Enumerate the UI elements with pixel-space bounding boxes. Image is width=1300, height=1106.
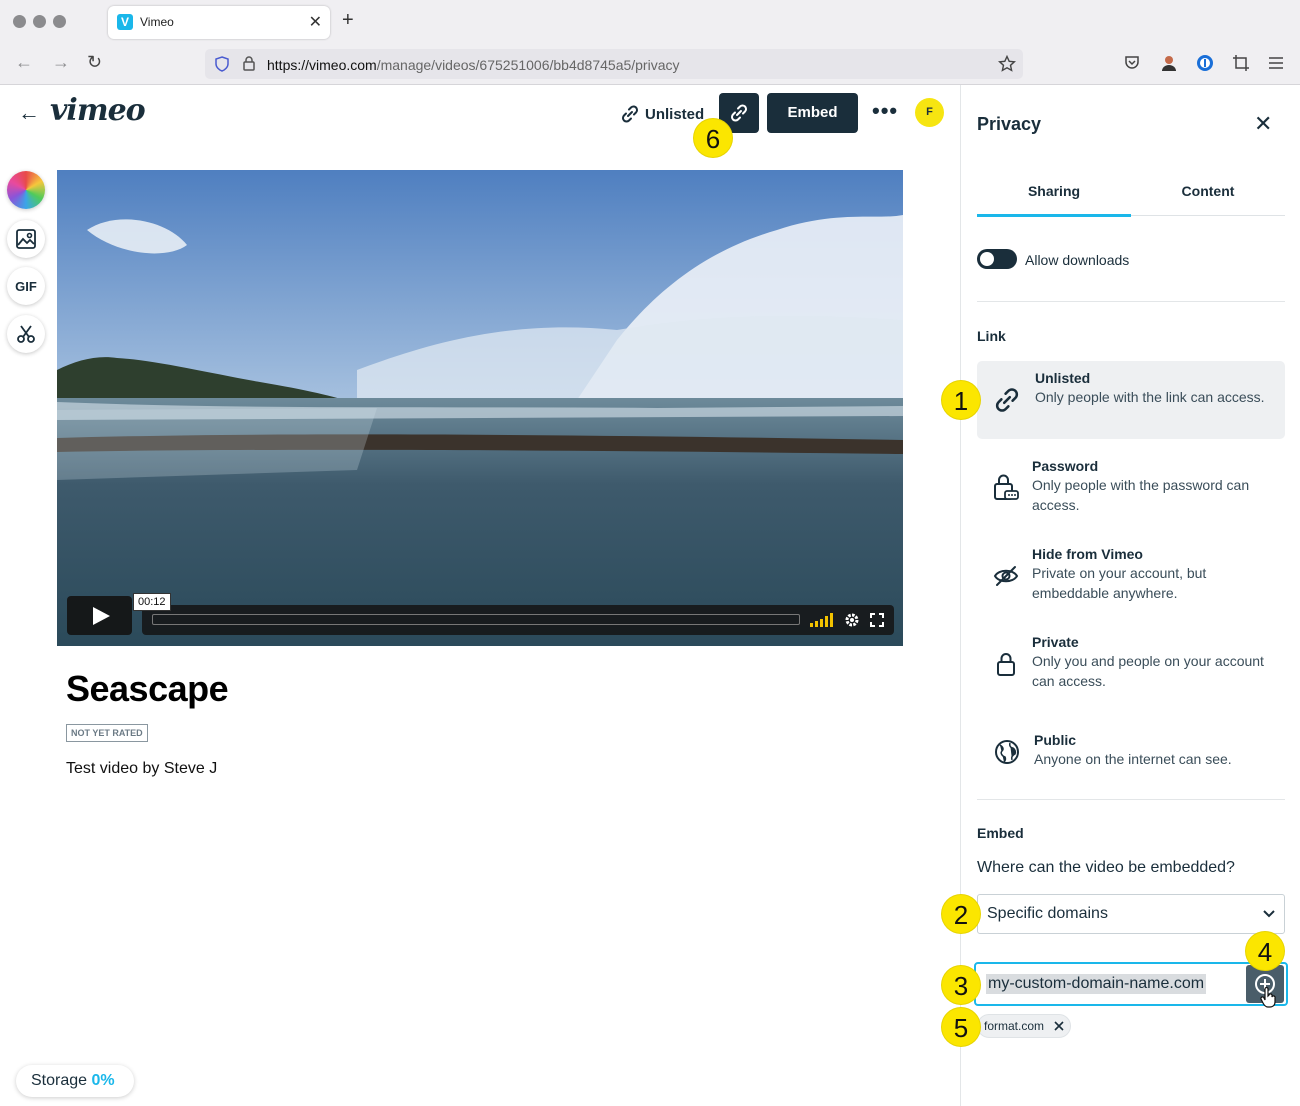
more-options-icon[interactable]: ••• <box>872 98 898 124</box>
tab-close-icon[interactable]: ✕ <box>309 12 322 32</box>
link-icon <box>730 104 748 122</box>
allow-downloads-label: Allow downloads <box>1025 252 1130 268</box>
storage-indicator[interactable]: Storage 0% <box>16 1065 134 1097</box>
option-title-unlisted: Unlisted <box>1035 370 1091 386</box>
image-icon <box>16 229 36 249</box>
new-tab-icon[interactable]: + <box>342 9 354 32</box>
play-button[interactable] <box>67 596 132 635</box>
option-title-hide-from-vimeo: Hide from Vimeo <box>1032 546 1143 562</box>
tab-sharing[interactable]: Sharing <box>977 183 1131 199</box>
marker-3: 3 <box>941 965 981 1005</box>
globe-icon <box>995 740 1019 764</box>
tab-content[interactable]: Content <box>1131 183 1285 199</box>
hand-cursor-icon <box>1260 987 1276 1008</box>
option-desc-unlisted: Only people with the link can access. <box>1035 389 1265 405</box>
embed-domain-select[interactable]: Specific domains <box>977 894 1285 934</box>
back-arrow-icon[interactable]: ← <box>18 100 40 126</box>
video-player[interactable] <box>57 170 903 646</box>
chevron-down-icon <box>1263 910 1275 918</box>
reload-icon[interactable]: ↻ <box>87 52 102 73</box>
divider <box>977 799 1285 800</box>
gif-tool[interactable]: GIF <box>7 267 45 305</box>
storage-label: Storage <box>31 1072 88 1089</box>
color-palette-icon[interactable] <box>7 171 45 209</box>
star-icon[interactable] <box>998 55 1016 73</box>
marker-2: 2 <box>941 894 981 934</box>
eye-off-icon <box>993 566 1019 586</box>
domain-chip-label: format.com <box>984 1019 1045 1033</box>
privacy-status[interactable]: Unlisted <box>620 104 704 124</box>
settings-gear-icon[interactable] <box>844 612 860 628</box>
profile-icon[interactable] <box>1160 54 1178 72</box>
gif-label: GIF <box>15 278 37 294</box>
video-description[interactable]: Test video by Steve J <box>66 760 217 778</box>
option-title-password: Password <box>1032 458 1099 474</box>
screenshot-icon[interactable] <box>1232 54 1250 72</box>
current-time: 00:12 <box>133 593 171 611</box>
close-icon[interactable]: ✕ <box>1254 111 1272 137</box>
domain-input-text: my-custom-domain-name.com <box>986 974 1207 994</box>
toggle-knob <box>980 252 994 266</box>
url-text: https://vimeo.com/manage/videos/67525100… <box>267 57 680 73</box>
avatar[interactable]: F <box>915 98 944 127</box>
domain-input[interactable]: my-custom-domain-name.com <box>974 962 1288 1006</box>
embed-section-label: Embed <box>977 825 1024 841</box>
marker-6: 6 <box>693 118 733 158</box>
password-manager-icon[interactable] <box>1196 54 1214 72</box>
vimeo-logo[interactable]: vimeo <box>50 93 146 128</box>
marker-1: 1 <box>941 380 981 420</box>
domain-chip: format.com <box>977 1014 1072 1038</box>
progress-bar[interactable] <box>152 614 800 625</box>
option-title-public: Public <box>1034 732 1077 748</box>
zoom-window-dot[interactable] <box>53 15 66 28</box>
address-bar[interactable]: https://vimeo.com/manage/videos/67525100… <box>205 49 1023 79</box>
divider <box>977 301 1285 302</box>
option-desc-public: Anyone on the internet can see. <box>1034 751 1232 767</box>
scissors-icon <box>17 325 35 343</box>
link-icon <box>621 105 639 123</box>
close-window-dot[interactable] <box>13 15 26 28</box>
marker-4: 4 <box>1245 931 1285 971</box>
trim-tool[interactable] <box>7 315 45 353</box>
menu-icon[interactable] <box>1267 54 1285 72</box>
back-icon[interactable]: ← <box>15 52 33 73</box>
option-desc-private: Only you and people on your account can … <box>1032 653 1264 689</box>
option-title-private: Private <box>1032 634 1079 650</box>
browser-tab[interactable]: V Vimeo ✕ <box>108 6 330 39</box>
option-desc-hide-from-vimeo: Private on your account, but embeddable … <box>1032 565 1207 601</box>
active-tab-indicator <box>977 214 1131 217</box>
password-lock-icon <box>994 474 1019 500</box>
embed-question: Where can the video be embedded? <box>977 859 1235 876</box>
forward-icon[interactable]: → <box>52 52 70 73</box>
remove-icon[interactable] <box>1054 1021 1064 1031</box>
rating-badge[interactable]: NOT YET RATED <box>66 724 148 742</box>
storage-percent: 0% <box>91 1072 115 1089</box>
shield-icon <box>215 56 229 72</box>
vimeo-favicon-icon: V <box>117 14 133 30</box>
panel-title: Privacy <box>977 114 1042 134</box>
lock-icon <box>243 56 255 71</box>
play-icon <box>93 607 110 625</box>
embed-domain-select-value: Specific domains <box>987 905 1108 922</box>
embed-button[interactable]: Embed <box>767 93 858 133</box>
video-title[interactable]: Seascape <box>66 668 229 710</box>
volume-icon[interactable] <box>810 613 834 627</box>
allow-downloads-toggle[interactable] <box>977 249 1017 269</box>
option-desc-password: Only people with the password can access… <box>1032 477 1250 513</box>
marker-5: 5 <box>941 1007 981 1047</box>
lock-icon <box>997 653 1015 676</box>
browser-chrome: V Vimeo ✕ + ← → ↻ https://vimeo.com/mana… <box>0 0 1300 85</box>
link-icon <box>995 388 1019 412</box>
privacy-status-label: Unlisted <box>645 105 705 123</box>
tab-title: Vimeo <box>140 15 174 29</box>
thumbnail-tool[interactable] <box>7 220 45 258</box>
link-section-label: Link <box>977 328 1006 344</box>
fullscreen-icon[interactable] <box>870 613 884 627</box>
video-frame <box>57 170 903 646</box>
pocket-icon[interactable] <box>1123 54 1141 72</box>
minimize-window-dot[interactable] <box>33 15 46 28</box>
player-controls <box>142 605 894 635</box>
